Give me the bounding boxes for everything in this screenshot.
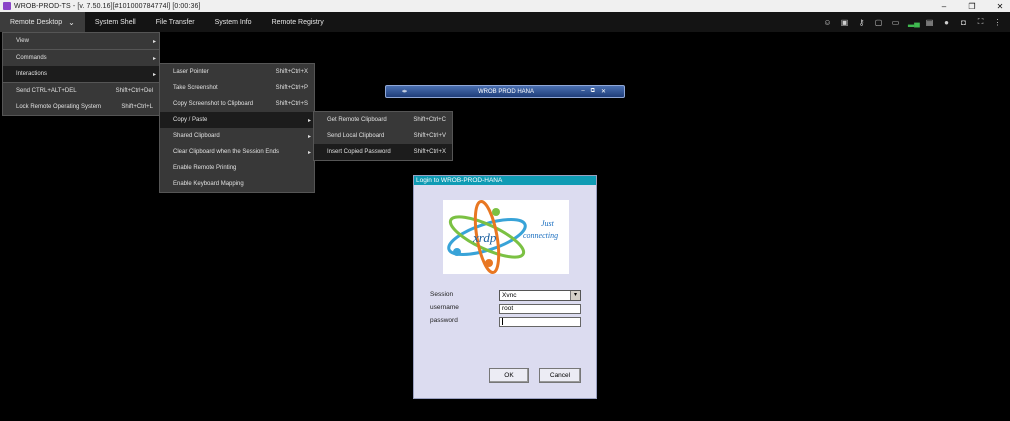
menu-item-insert-copied-password[interactable]: Insert Copied Password Shift+Ctrl+X [314,144,452,160]
chevron-right-icon: ▸ [152,55,156,62]
remote-window-controls: – ⧉ ✕ [581,88,606,95]
menu-item-lock-remote-os[interactable]: Lock Remote Operating System Shift+Ctrl+… [3,99,159,115]
menu-item-clear-clipboard[interactable]: Clear Clipboard when the Session Ends ▸ [160,144,314,160]
menu-item-view[interactable]: View ▸ [3,33,159,49]
text-cursor [502,318,503,325]
monitors-icon[interactable]: ▣ [840,18,849,27]
logo-tagline-1: Just [541,219,555,228]
menu-item-get-remote-clipboard[interactable]: Get Remote Clipboard Shift+Ctrl+C [314,112,452,128]
title-bar: WROB-PROD-TS - [v. 7.50.16][#10100078477… [0,0,1010,12]
password-input[interactable] [499,317,581,327]
menu-remote-desktop-label: Remote Desktop [10,18,63,26]
session-value: Xvnc [502,292,517,299]
menu-item-copy-screenshot[interactable]: Copy Screenshot to Clipboard Shift+Ctrl+… [160,96,314,112]
menu-item-shared-clipboard[interactable]: Shared Clipboard ▸ [160,128,314,144]
menu-file-transfer[interactable]: File Transfer [146,12,205,32]
chevron-right-icon: ▸ [307,133,311,140]
menu-item-copy-paste[interactable]: Copy / Paste ▸ [160,112,314,128]
remote-restore-button[interactable]: ⧉ [591,88,595,95]
username-input[interactable]: root [499,304,581,314]
minimize-button[interactable]: – [938,2,950,11]
menu-item-commands[interactable]: Commands ▸ [3,50,159,66]
logo-text: xrdp [472,230,497,245]
app-root: WROB-PROD-TS - [v. 7.50.16][#10100078477… [0,0,1010,421]
login-dialog: Login to WROB-PROD-HANA xrdp Just connec… [413,175,597,399]
folder-icon[interactable]: ▤ [925,18,934,27]
menu-item-send-ctrl-alt-del[interactable]: Send CTRL+ALT+DEL Shift+Ctrl+Del [3,83,159,99]
screen-icon[interactable]: ▭ [891,18,900,27]
chevron-right-icon: ▸ [152,38,156,45]
login-dialog-title: Login to WROB-PROD-HANA [414,176,596,185]
key-icon[interactable]: ⚷ [857,18,866,27]
restore-button[interactable]: ❐ [966,2,978,11]
menu-system-shell[interactable]: System Shell [85,12,146,32]
password-label: password [430,317,458,324]
menu-bar: Remote Desktop ⌄ System Shell File Trans… [0,12,1010,32]
chevron-right-icon: ▸ [152,71,156,78]
menu-item-take-screenshot[interactable]: Take Screenshot Shift+Ctrl+P [160,80,314,96]
chevron-right-icon: ▸ [307,149,311,156]
menu-remote-registry[interactable]: Remote Registry [262,12,334,32]
session-select[interactable]: Xvnc ▾ [499,290,581,301]
copy-paste-submenu: Get Remote Clipboard Shift+Ctrl+C Send L… [313,111,453,161]
more-options-icon[interactable]: ⋮ [993,18,1002,27]
logo-tagline-2: connecting [523,231,558,240]
ok-button[interactable]: OK [489,368,529,383]
close-button[interactable]: ✕ [994,2,1006,11]
signal-strength-icon: ▂▄ [908,17,920,27]
toolbar-icons: ☺ ▣ ⚷ ▢ ▭ ▂▄ ▤ ● ◘ ⛶ ⋮ [823,12,1002,32]
menu-item-enable-remote-printing[interactable]: Enable Remote Printing [160,160,314,176]
chevron-down-icon: ⌄ [68,17,75,27]
interactions-submenu: Laser Pointer Shift+Ctrl+X Take Screensh… [159,63,315,193]
menu-item-send-local-clipboard[interactable]: Send Local Clipboard Shift+Ctrl+V [314,128,452,144]
chat-icon[interactable]: ▢ [874,18,883,27]
menu-remote-desktop[interactable]: Remote Desktop ⌄ [0,12,85,32]
app-logo-icon [3,2,11,10]
lock-icon[interactable]: ◘ [959,18,968,27]
xrdp-logo-graphic: xrdp Just connecting [447,200,558,274]
menu-item-enable-keyboard-mapping[interactable]: Enable Keyboard Mapping [160,176,314,192]
remote-window-bar[interactable]: ⇹ WROB PROD HANA – ⧉ ✕ [385,85,625,98]
menu-item-laser-pointer[interactable]: Laser Pointer Shift+Ctrl+X [160,64,314,80]
record-icon[interactable]: ● [942,18,951,27]
username-label: username [430,304,459,311]
remote-desktop-menu: View ▸ Commands ▸ Interactions ▸ Send CT… [2,32,160,116]
session-label: Session [430,291,454,298]
settings-circle-icon[interactable]: ☺ [823,18,832,27]
cancel-button[interactable]: Cancel [539,368,581,383]
chevron-right-icon: ▸ [307,117,311,124]
dropdown-arrow-icon[interactable]: ▾ [570,291,580,300]
window-title: WROB-PROD-TS - [v. 7.50.16][#10100078477… [14,2,201,10]
window-controls: – ❐ ✕ [938,0,1006,12]
remote-minimize-button[interactable]: – [581,88,584,95]
menu-system-info[interactable]: System Info [205,12,262,32]
xrdp-logo: xrdp Just connecting [443,200,569,274]
remote-close-button[interactable]: ✕ [601,88,606,95]
menu-item-interactions[interactable]: Interactions ▸ [3,66,159,82]
fullscreen-icon[interactable]: ⛶ [976,17,985,27]
